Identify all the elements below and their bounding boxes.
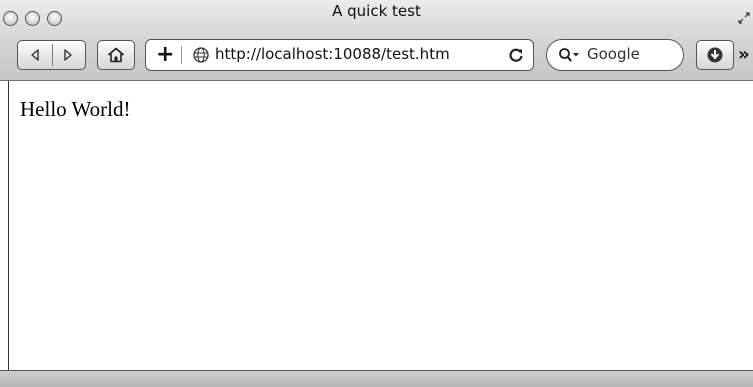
- page-text: Hello World!: [20, 97, 131, 121]
- fullscreen-icon[interactable]: [737, 11, 751, 25]
- address-divider: [181, 46, 182, 64]
- zoom-window-button[interactable]: [47, 11, 62, 26]
- search-icon: [559, 48, 579, 62]
- address-text: http://localhost:10088/test.htm: [215, 45, 450, 63]
- title-and-toolbar: A quick test + http://localhost:10088/te…: [0, 0, 753, 81]
- forward-arrow-icon: [64, 49, 72, 61]
- status-bar: [0, 370, 753, 387]
- page-content: Hello World!: [8, 81, 753, 370]
- close-window-button[interactable]: [3, 11, 18, 26]
- download-icon: [707, 47, 723, 63]
- minimize-window-button[interactable]: [25, 11, 40, 26]
- search-field[interactable]: Google: [546, 39, 684, 71]
- forward-button[interactable]: [52, 41, 86, 69]
- back-arrow-icon: [31, 49, 39, 61]
- search-placeholder: Google: [587, 45, 640, 63]
- back-forward-group: [17, 40, 86, 70]
- home-button[interactable]: [97, 40, 135, 70]
- reload-icon[interactable]: [508, 47, 524, 63]
- add-bookmark-button[interactable]: +: [156, 42, 174, 68]
- browser-window: A quick test + http://localhost:10088/te…: [0, 0, 753, 387]
- address-bar[interactable]: + http://localhost:10088/test.htm: [145, 39, 534, 71]
- downloads-button[interactable]: [696, 40, 734, 70]
- window-title: A quick test: [332, 2, 421, 20]
- toolbar-overflow-chevron[interactable]: »: [738, 44, 750, 65]
- globe-icon: [193, 47, 209, 63]
- back-button[interactable]: [18, 41, 52, 69]
- home-icon: [107, 47, 125, 63]
